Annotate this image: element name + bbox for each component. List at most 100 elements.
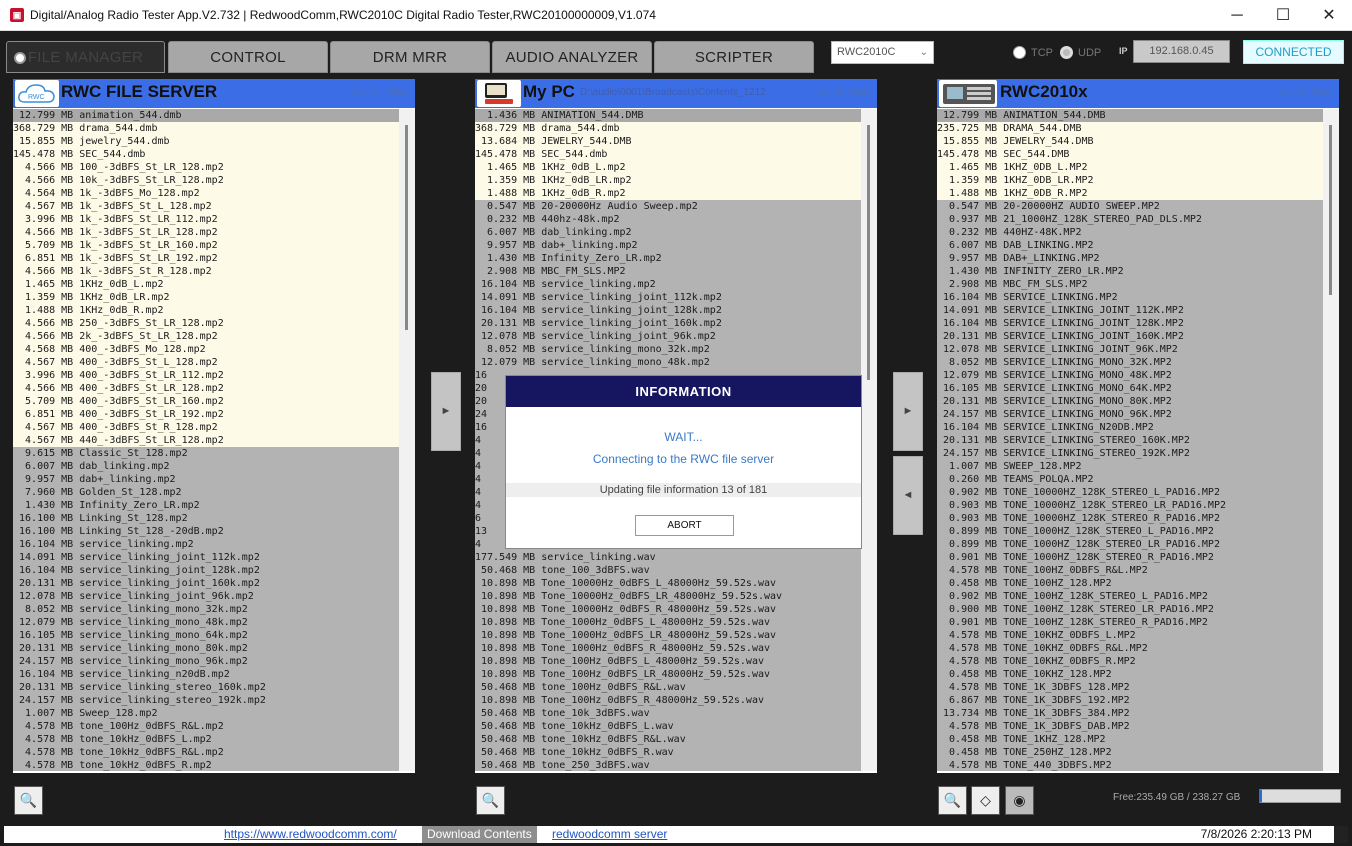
file-row[interactable]: 4.578 MB TONE_10KHZ_0DBFS_R.MP2 [937, 655, 1323, 668]
file-row[interactable]: 0.458 MB TONE_1KHZ_128.MP2 [937, 733, 1323, 746]
file-row[interactable]: 0.899 MB TONE_1000HZ_128K_STEREO_LR_PAD1… [937, 538, 1323, 551]
file-row[interactable]: 12.078 MB service_linking_joint_96k.mp2 [475, 330, 861, 343]
file-row[interactable]: 5.709 MB 400_-3dBFS_St_LR_160.mp2 [13, 395, 399, 408]
tab-scripter[interactable]: SCRIPTER [654, 41, 814, 73]
file-row[interactable]: 0.900 MB TONE_100HZ_128K_STEREO_LR_PAD16… [937, 603, 1323, 616]
file-row[interactable]: 7.960 MB Golden_St_128.mp2 [13, 486, 399, 499]
file-row[interactable]: 14.091 MB service_linking_joint_112k.mp2 [475, 291, 861, 304]
file-row[interactable]: 6.851 MB 1k_-3dBFS_St_LR_192.mp2 [13, 252, 399, 265]
file-row[interactable]: 0.899 MB TONE_1000HZ_128K_STEREO_L_PAD16… [937, 525, 1323, 538]
file-row[interactable]: 4.578 MB tone_10kHz_0dBFS_L.mp2 [13, 733, 399, 746]
file-row[interactable]: 20.131 MB service_linking_mono_80k.mp2 [13, 642, 399, 655]
file-row[interactable]: 9.957 MB DAB+_LINKING.MP2 [937, 252, 1323, 265]
file-row[interactable]: 145.478 MB SEC_544.dmb [475, 148, 861, 161]
file-row[interactable]: 145.478 MB SEC_544.dmb [13, 148, 399, 161]
tab-control[interactable]: CONTROL [168, 41, 328, 73]
file-row[interactable]: 16.100 MB Linking_St_128_-20dB.mp2 [13, 525, 399, 538]
file-row[interactable]: 4.566 MB 1k_-3dBFS_St_R_128.mp2 [13, 265, 399, 278]
file-row[interactable]: 10.898 MB Tone_10000Hz_0dBFS_R_48000Hz_5… [475, 603, 861, 616]
file-row[interactable]: 6.007 MB dab_linking.mp2 [13, 460, 399, 473]
file-row[interactable]: 14.091 MB service_linking_joint_112k.mp2 [13, 551, 399, 564]
device-select[interactable]: RWC2010C ⌄ [831, 41, 934, 64]
scrollbar-thumb[interactable] [405, 125, 408, 330]
file-row[interactable]: 1.488 MB 1KHz_0dB_R.mp2 [475, 187, 861, 200]
file-row[interactable]: 12.078 MB service_linking_joint_96k.mp2 [13, 590, 399, 603]
file-row[interactable]: 8.052 MB service_linking_mono_32k.mp2 [13, 603, 399, 616]
file-row[interactable]: 4.578 MB TONE_10KHZ_0DBFS_L.MP2 [937, 629, 1323, 642]
copy-to-device-button[interactable]: ► [893, 372, 923, 451]
file-row[interactable]: 16.104 MB service_linking_n20dB.mp2 [13, 668, 399, 681]
file-row[interactable]: 4.566 MB 400_-3dBFS_St_LR_128.mp2 [13, 382, 399, 395]
file-row[interactable]: 13.734 MB TONE_1K_3DBFS_384.MP2 [937, 707, 1323, 720]
file-row[interactable]: 4.566 MB 1k_-3dBFS_St_LR_128.mp2 [13, 226, 399, 239]
file-row[interactable]: 1.488 MB 1KHz_0dB_R.mp2 [13, 304, 399, 317]
file-row[interactable]: 0.458 MB TONE_10KHZ_128.MP2 [937, 668, 1323, 681]
file-row[interactable]: 50.468 MB tone_10k_3dBFS.wav [475, 707, 861, 720]
file-row[interactable]: 20.131 MB SERVICE_LINKING_STEREO_160K.MP… [937, 434, 1323, 447]
file-row[interactable]: 5.709 MB 1k_-3dBFS_St_LR_160.mp2 [13, 239, 399, 252]
file-row[interactable]: 4.578 MB TONE_1K_3DBFS_128.MP2 [937, 681, 1323, 694]
file-row[interactable]: 16.104 MB service_linking.mp2 [13, 538, 399, 551]
file-row[interactable]: 14.091 MB SERVICE_LINKING_JOINT_112K.MP2 [937, 304, 1323, 317]
scrollbar[interactable] [861, 109, 877, 771]
file-row[interactable]: 1.359 MB 1KHz_0dB_LR.mp2 [475, 174, 861, 187]
file-row[interactable]: 1.436 MB ANIMATION_544.DMB [475, 109, 861, 122]
file-row[interactable]: 12.079 MB service_linking_mono_48k.mp2 [13, 616, 399, 629]
file-row[interactable]: 4.578 MB TONE_100HZ_0DBFS_R&L.MP2 [937, 564, 1323, 577]
file-row[interactable]: 4.567 MB 440_-3dBFS_St_LR_128.mp2 [13, 434, 399, 447]
file-row[interactable]: 16.100 MB Linking_St_128.mp2 [13, 512, 399, 525]
file-list[interactable]: 12.799 MB animation_544.dmb 368.729 MB dr… [13, 109, 399, 771]
file-row[interactable]: 368.729 MB drama_544.dmb [13, 122, 399, 135]
file-row[interactable]: 0.937 MB 21_1000HZ_128K_STEREO_PAD_DLS.M… [937, 213, 1323, 226]
file-row[interactable]: 0.903 MB TONE_10000HZ_128K_STEREO_LR_PAD… [937, 499, 1323, 512]
file-row[interactable]: 4.578 MB TONE_10KHZ_0DBFS_R&L.MP2 [937, 642, 1323, 655]
file-row[interactable]: 0.547 MB 20-20000HZ AUDIO SWEEP.MP2 [937, 200, 1323, 213]
file-row[interactable]: 1.007 MB SWEEP_128.MP2 [937, 460, 1323, 473]
file-row[interactable]: 20.131 MB SERVICE_LINKING_MONO_80K.MP2 [937, 395, 1323, 408]
file-row[interactable]: 145.478 MB SEC_544.DMB [937, 148, 1323, 161]
file-row[interactable]: 20.131 MB service_linking_joint_160k.mp2 [13, 577, 399, 590]
website-link[interactable]: https://www.redwoodcomm.com/ [224, 827, 397, 841]
file-row[interactable]: 20.131 MB service_linking_stereo_160k.mp… [13, 681, 399, 694]
file-row[interactable]: 16.104 MB SERVICE_LINKING_JOINT_128K.MP2 [937, 317, 1323, 330]
file-row[interactable]: 1.359 MB 1KHz_0dB_LR.mp2 [13, 291, 399, 304]
scrollbar-thumb[interactable] [867, 125, 870, 380]
abort-button[interactable]: ABORT [635, 515, 734, 536]
close-button[interactable]: ✕ [1306, 0, 1352, 31]
file-row[interactable]: 50.468 MB tone_250_3dBFS.wav [475, 759, 861, 771]
file-row[interactable]: 15.855 MB JEWELRY_544.DMB [937, 135, 1323, 148]
file-row[interactable]: 9.615 MB Classic_St_128.mp2 [13, 447, 399, 460]
file-row[interactable]: 20.131 MB SERVICE_LINKING_JOINT_160K.MP2 [937, 330, 1323, 343]
file-row[interactable]: 4.567 MB 1k_-3dBFS_St_L_128.mp2 [13, 200, 399, 213]
server-link[interactable]: redwoodcomm server [552, 827, 667, 841]
file-row[interactable]: 50.468 MB tone_10kHz_0dBFS_L.wav [475, 720, 861, 733]
file-row[interactable]: 16.104 MB service_linking_joint_128k.mp2 [13, 564, 399, 577]
file-row[interactable]: 10.898 MB Tone_100Hz_0dBFS_LR_48000Hz_59… [475, 668, 861, 681]
file-row[interactable]: 177.549 MB service_linking.wav [475, 551, 861, 564]
file-row[interactable]: 368.729 MB drama_544.dmb [475, 122, 861, 135]
file-row[interactable]: 16.105 MB SERVICE_LINKING_MONO_64K.MP2 [937, 382, 1323, 395]
file-row[interactable]: 10.898 MB Tone_100Hz_0dBFS_L_48000Hz_59.… [475, 655, 861, 668]
connected-button[interactable]: CONNECTED [1243, 40, 1344, 64]
file-row[interactable]: 9.957 MB dab+_linking.mp2 [475, 239, 861, 252]
file-row[interactable]: 4.564 MB 1k_-3dBFS_Mo_128.mp2 [13, 187, 399, 200]
file-row[interactable]: 4.578 MB tone_100Hz_0dBFS_R&L.mp2 [13, 720, 399, 733]
file-row[interactable]: 9.957 MB dab+_linking.mp2 [13, 473, 399, 486]
file-row[interactable]: 4.566 MB 10k_-3dBFS_St_LR_128.mp2 [13, 174, 399, 187]
udp-radio[interactable]: UDP [1060, 46, 1101, 59]
file-row[interactable]: 1.007 MB Sweep_128.mp2 [13, 707, 399, 720]
file-row[interactable]: 4.578 MB TONE_1K_3DBFS_DAB.MP2 [937, 720, 1323, 733]
file-row[interactable]: 50.468 MB tone_10kHz_0dBFS_R&L.wav [475, 733, 861, 746]
file-row[interactable]: 1.430 MB INFINITY_ZERO_LR.MP2 [937, 265, 1323, 278]
file-row[interactable]: 4.566 MB 250_-3dBFS_St_LR_128.mp2 [13, 317, 399, 330]
file-row[interactable]: 3.996 MB 1k_-3dBFS_St_LR_112.mp2 [13, 213, 399, 226]
file-row[interactable]: 0.903 MB TONE_10000HZ_128K_STEREO_R_PAD1… [937, 512, 1323, 525]
file-row[interactable]: 4.567 MB 400_-3dBFS_St_R_128.mp2 [13, 421, 399, 434]
tab-file-manager[interactable]: FILE MANAGER [6, 41, 165, 73]
file-row[interactable]: 10.898 MB Tone_1000Hz_0dBFS_L_48000Hz_59… [475, 616, 861, 629]
file-row[interactable]: 1.488 MB 1KHZ_0DB_R.MP2 [937, 187, 1323, 200]
file-list[interactable]: 12.799 MB ANIMATION_544.DMB 235.725 MB DR… [937, 109, 1323, 771]
file-row[interactable]: 50.468 MB tone_100Hz_0dBFS_R&L.wav [475, 681, 861, 694]
erase-button[interactable]: ◇ [971, 786, 1000, 815]
file-row[interactable]: 4.568 MB 400_-3dBFS_Mo_128.mp2 [13, 343, 399, 356]
